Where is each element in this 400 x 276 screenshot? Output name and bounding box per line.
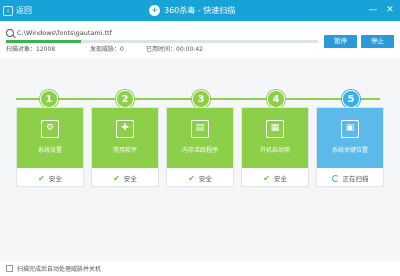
scan-stats: 扫描对象：12008 发现威胁：0 已用时间：00:00:42 — [6, 44, 246, 54]
step-card-common-software: ✚ 常用软件 ✔ 安全 — [91, 107, 159, 187]
step-card-system-settings: ⚙ 系统设置 ✔ 安全 — [16, 107, 84, 187]
scan-progress-bar — [6, 40, 318, 43]
threats-stat: 发现威胁：0 — [90, 44, 146, 54]
title-text: 360杀毒 - 快速扫描 — [164, 6, 236, 15]
minimize-button[interactable]: — — [365, 3, 381, 17]
step-label: 系统设置 — [37, 147, 62, 154]
scan-window: ‹ 返回 + 360杀毒 - 快速扫描 — ✕ C:\Windows\fonts… — [0, 0, 400, 276]
check-icon: ✔ — [188, 173, 195, 183]
check-icon: ✔ — [113, 173, 120, 183]
back-arrow-icon: ‹ — [3, 5, 13, 16]
step-status: 安全 — [198, 175, 212, 183]
step-label: 内存活跃程序 — [181, 147, 218, 154]
step-card-key-locations: ▣ 系统关键位置 正在扫描 — [316, 107, 384, 187]
step-card-memory-programs: ▤ 内存活跃程序 ✔ 安全 — [166, 107, 234, 187]
title-bar: ‹ 返回 + 360杀毒 - 快速扫描 — ✕ — [0, 0, 400, 21]
auto-shutdown-checkbox[interactable] — [6, 265, 13, 272]
startup-icon: ▦ — [266, 120, 284, 138]
step-status: 安全 — [48, 175, 62, 183]
settings-icon: ⚙ — [41, 120, 59, 138]
step-status: 正在扫描 — [342, 175, 369, 183]
objects-value: 12008 — [36, 46, 56, 53]
step-label: 系统关键位置 — [331, 147, 368, 154]
360-logo-icon: + — [149, 5, 160, 16]
check-icon: ✔ — [263, 173, 270, 183]
current-file-row: C:\Windows\fonts\gautami.ttf — [6, 27, 112, 39]
memory-icon: ▤ — [191, 120, 209, 138]
stop-button[interactable]: 停止 — [361, 35, 394, 48]
elapsed-label: 已用时间： — [146, 46, 177, 53]
step-number-2: 2 — [116, 90, 134, 108]
auto-shutdown-label: 扫描完成后自动处理威胁并关机 — [17, 266, 102, 273]
magnifier-icon — [6, 29, 14, 37]
step-label: 开机启动项 — [259, 147, 290, 154]
threats-value: 0 — [120, 46, 124, 53]
step-card-startup-items: ▦ 开机启动项 ✔ 安全 — [241, 107, 309, 187]
spinner-icon — [331, 174, 339, 182]
objects-label: 扫描对象： — [6, 46, 37, 53]
objects-stat: 扫描对象：12008 — [6, 44, 90, 54]
current-file-path: C:\Windows\fonts\gautami.ttf — [17, 29, 112, 37]
elapsed-stat: 已用时间：00:00:42 — [146, 44, 246, 54]
step-status: 安全 — [273, 175, 287, 183]
scan-progress-fill — [6, 40, 81, 43]
step-number-1: 1 — [40, 90, 58, 108]
close-button[interactable]: ✕ — [382, 3, 398, 17]
software-icon: ✚ — [116, 120, 134, 138]
step-status: 安全 — [123, 175, 137, 183]
back-label: 返回 — [16, 6, 32, 15]
window-title: + 360杀毒 - 快速扫描 — [149, 4, 235, 17]
step-number-3: 3 — [192, 90, 210, 108]
window-controls: — ✕ — [365, 3, 398, 17]
step-label: 常用软件 — [112, 147, 137, 154]
check-icon: ✔ — [38, 173, 45, 183]
auto-shutdown-option[interactable]: 扫描完成后自动处理威胁并关机 — [6, 264, 101, 273]
key-location-icon: ▣ — [341, 120, 359, 138]
step-number-4: 4 — [267, 90, 285, 108]
back-button[interactable]: ‹ 返回 — [3, 4, 32, 17]
threats-label: 发现威胁： — [90, 46, 121, 53]
pause-button[interactable]: 暂停 — [324, 35, 357, 48]
step-number-5: 5 — [342, 90, 360, 108]
elapsed-value: 00:00:42 — [176, 46, 203, 53]
scan-steps-panel: 1 2 3 4 5 ⚙ 系统设置 ✔ 安全 ✚ 常用软件 ✔ 安全 ▤ 内存活跃… — [0, 58, 400, 261]
